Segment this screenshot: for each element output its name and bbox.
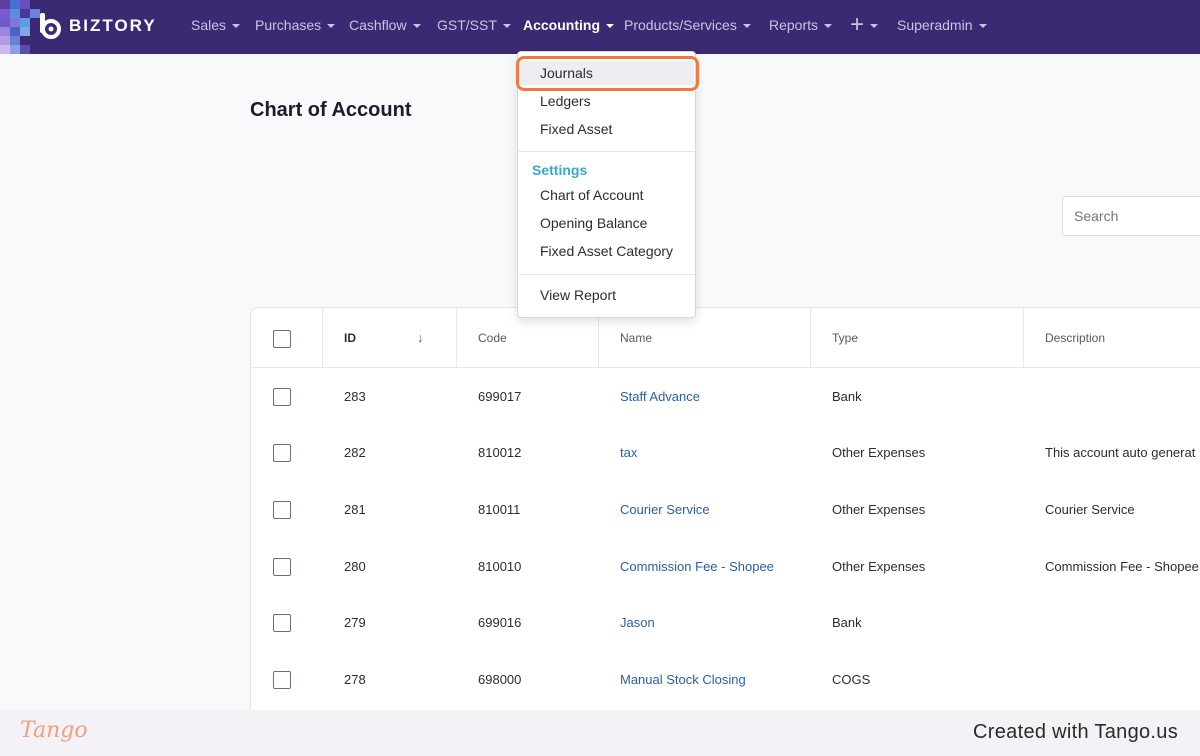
cell-code: 698000 (478, 672, 522, 687)
cell-id: 280 (344, 559, 366, 574)
cell-id: 283 (344, 389, 366, 404)
column-header-type[interactable]: Type (832, 308, 858, 368)
cell-id: 282 (344, 445, 366, 460)
cell-code: 699016 (478, 615, 522, 630)
cell-name-link[interactable]: Manual Stock Closing (620, 651, 746, 708)
column-divider (1023, 308, 1024, 368)
tango-footer: Tango Created with Tango.us (0, 710, 1200, 756)
cell-code: 810011 (478, 502, 521, 517)
cell-description: Commission Fee - Shopee (1045, 559, 1199, 574)
cell-name-link[interactable]: tax (620, 424, 637, 481)
sort-arrow-down-icon[interactable]: ↓ (417, 330, 424, 345)
row-checkbox[interactable] (273, 501, 291, 519)
cell-id: 279 (344, 615, 366, 630)
chevron-down-icon (327, 23, 336, 28)
row-checkbox[interactable] (273, 388, 291, 406)
cell-type: Other Expenses (832, 502, 926, 517)
accounts-table: ID ↓ Code Name Type Description 283 6990… (250, 307, 1200, 727)
row-checkbox[interactable] (273, 558, 291, 576)
table-row[interactable]: 283 699017 Staff Advance Bank (251, 368, 1200, 425)
top-navbar: BIZTORY Sales Purchases Cashflow GST/SST… (0, 0, 1200, 54)
tango-logo: Tango (20, 718, 88, 743)
brand-logo-icon (38, 13, 62, 39)
chevron-down-icon (412, 23, 421, 28)
row-checkbox[interactable] (273, 614, 291, 632)
nav-reports[interactable]: Reports (769, 17, 833, 33)
chevron-down-icon (606, 23, 614, 28)
nav-add[interactable]: + (850, 11, 879, 38)
nav-accounting[interactable]: Accounting (523, 17, 614, 33)
search-input[interactable] (1062, 196, 1200, 236)
table-row[interactable]: 281 810011 Courier Service Other Expense… (251, 481, 1200, 538)
cell-name-link[interactable]: Jason (620, 594, 655, 651)
row-checkbox[interactable] (273, 444, 291, 462)
column-divider (322, 308, 323, 368)
chevron-down-icon (502, 23, 511, 28)
page-title: Chart of Account (250, 99, 412, 121)
cell-name-link[interactable]: Commission Fee - Shopee (620, 538, 774, 595)
select-all-checkbox[interactable] (273, 330, 291, 348)
column-header-id[interactable]: ID (344, 308, 454, 368)
menu-item-ledgers[interactable]: Ledgers (540, 93, 591, 109)
menu-item-fixed-asset[interactable]: Fixed Asset (540, 121, 612, 137)
cell-code: 810012 (478, 445, 522, 460)
table-row[interactable]: 282 810012 tax Other Expenses This accou… (251, 424, 1200, 481)
menu-item-opening-balance[interactable]: Opening Balance (540, 215, 647, 231)
chevron-down-icon (824, 23, 833, 28)
nav-gst-sst[interactable]: GST/SST (437, 17, 511, 33)
cell-name-link[interactable]: Courier Service (620, 481, 710, 538)
cell-type: Bank (832, 389, 862, 404)
step-highlight-box (516, 56, 699, 91)
created-with-text: Created with Tango.us (973, 721, 1178, 743)
chevron-down-icon (232, 23, 241, 28)
cell-description: This account auto generat (1045, 445, 1196, 460)
nav-sales[interactable]: Sales (191, 17, 241, 33)
table-row[interactable]: 279 699016 Jason Bank (251, 594, 1200, 651)
menu-section-settings: Settings (532, 162, 588, 178)
menu-item-fixed-asset-category[interactable]: Fixed Asset Category (540, 243, 673, 259)
cell-type: Bank (832, 615, 862, 630)
cell-type: Other Expenses (832, 445, 926, 460)
cell-type: COGS (832, 672, 871, 687)
plus-icon: + (850, 11, 865, 38)
cell-type: Other Expenses (832, 559, 926, 574)
nav-superadmin[interactable]: Superadmin (897, 17, 987, 33)
chevron-down-icon (978, 23, 987, 28)
nav-purchases[interactable]: Purchases (255, 17, 336, 33)
menu-divider (518, 151, 695, 152)
cell-description: Courier Service (1045, 502, 1135, 517)
brand-name: BIZTORY (69, 16, 157, 35)
row-checkbox[interactable] (273, 671, 291, 689)
cell-name-link[interactable]: Staff Advance (620, 368, 700, 425)
cell-id: 278 (344, 672, 366, 687)
menu-item-view-report[interactable]: View Report (540, 287, 616, 303)
chevron-down-icon (742, 23, 751, 28)
nav-cashflow[interactable]: Cashflow (349, 17, 421, 33)
nav-products-services[interactable]: Products/Services (624, 17, 751, 33)
column-divider (456, 308, 457, 368)
menu-divider (518, 274, 695, 275)
column-header-code[interactable]: Code (478, 308, 507, 368)
cell-code: 810010 (478, 559, 522, 574)
menu-item-chart-of-account[interactable]: Chart of Account (540, 187, 644, 203)
accounting-dropdown-menu: Journals Ledgers Fixed Asset Settings Ch… (517, 51, 696, 318)
brand-logo[interactable]: BIZTORY (38, 13, 157, 39)
table-row[interactable]: 278 698000 Manual Stock Closing COGS (251, 651, 1200, 708)
column-divider (810, 308, 811, 368)
table-row[interactable]: 280 810010 Commission Fee - Shopee Other… (251, 538, 1200, 595)
column-header-description[interactable]: Description (1045, 308, 1105, 368)
cell-id: 281 (344, 502, 366, 517)
column-header-id-label: ID (344, 331, 356, 345)
cell-code: 699017 (478, 389, 522, 404)
table-header: ID ↓ Code Name Type Description (251, 308, 1200, 368)
chevron-down-icon (870, 23, 879, 28)
